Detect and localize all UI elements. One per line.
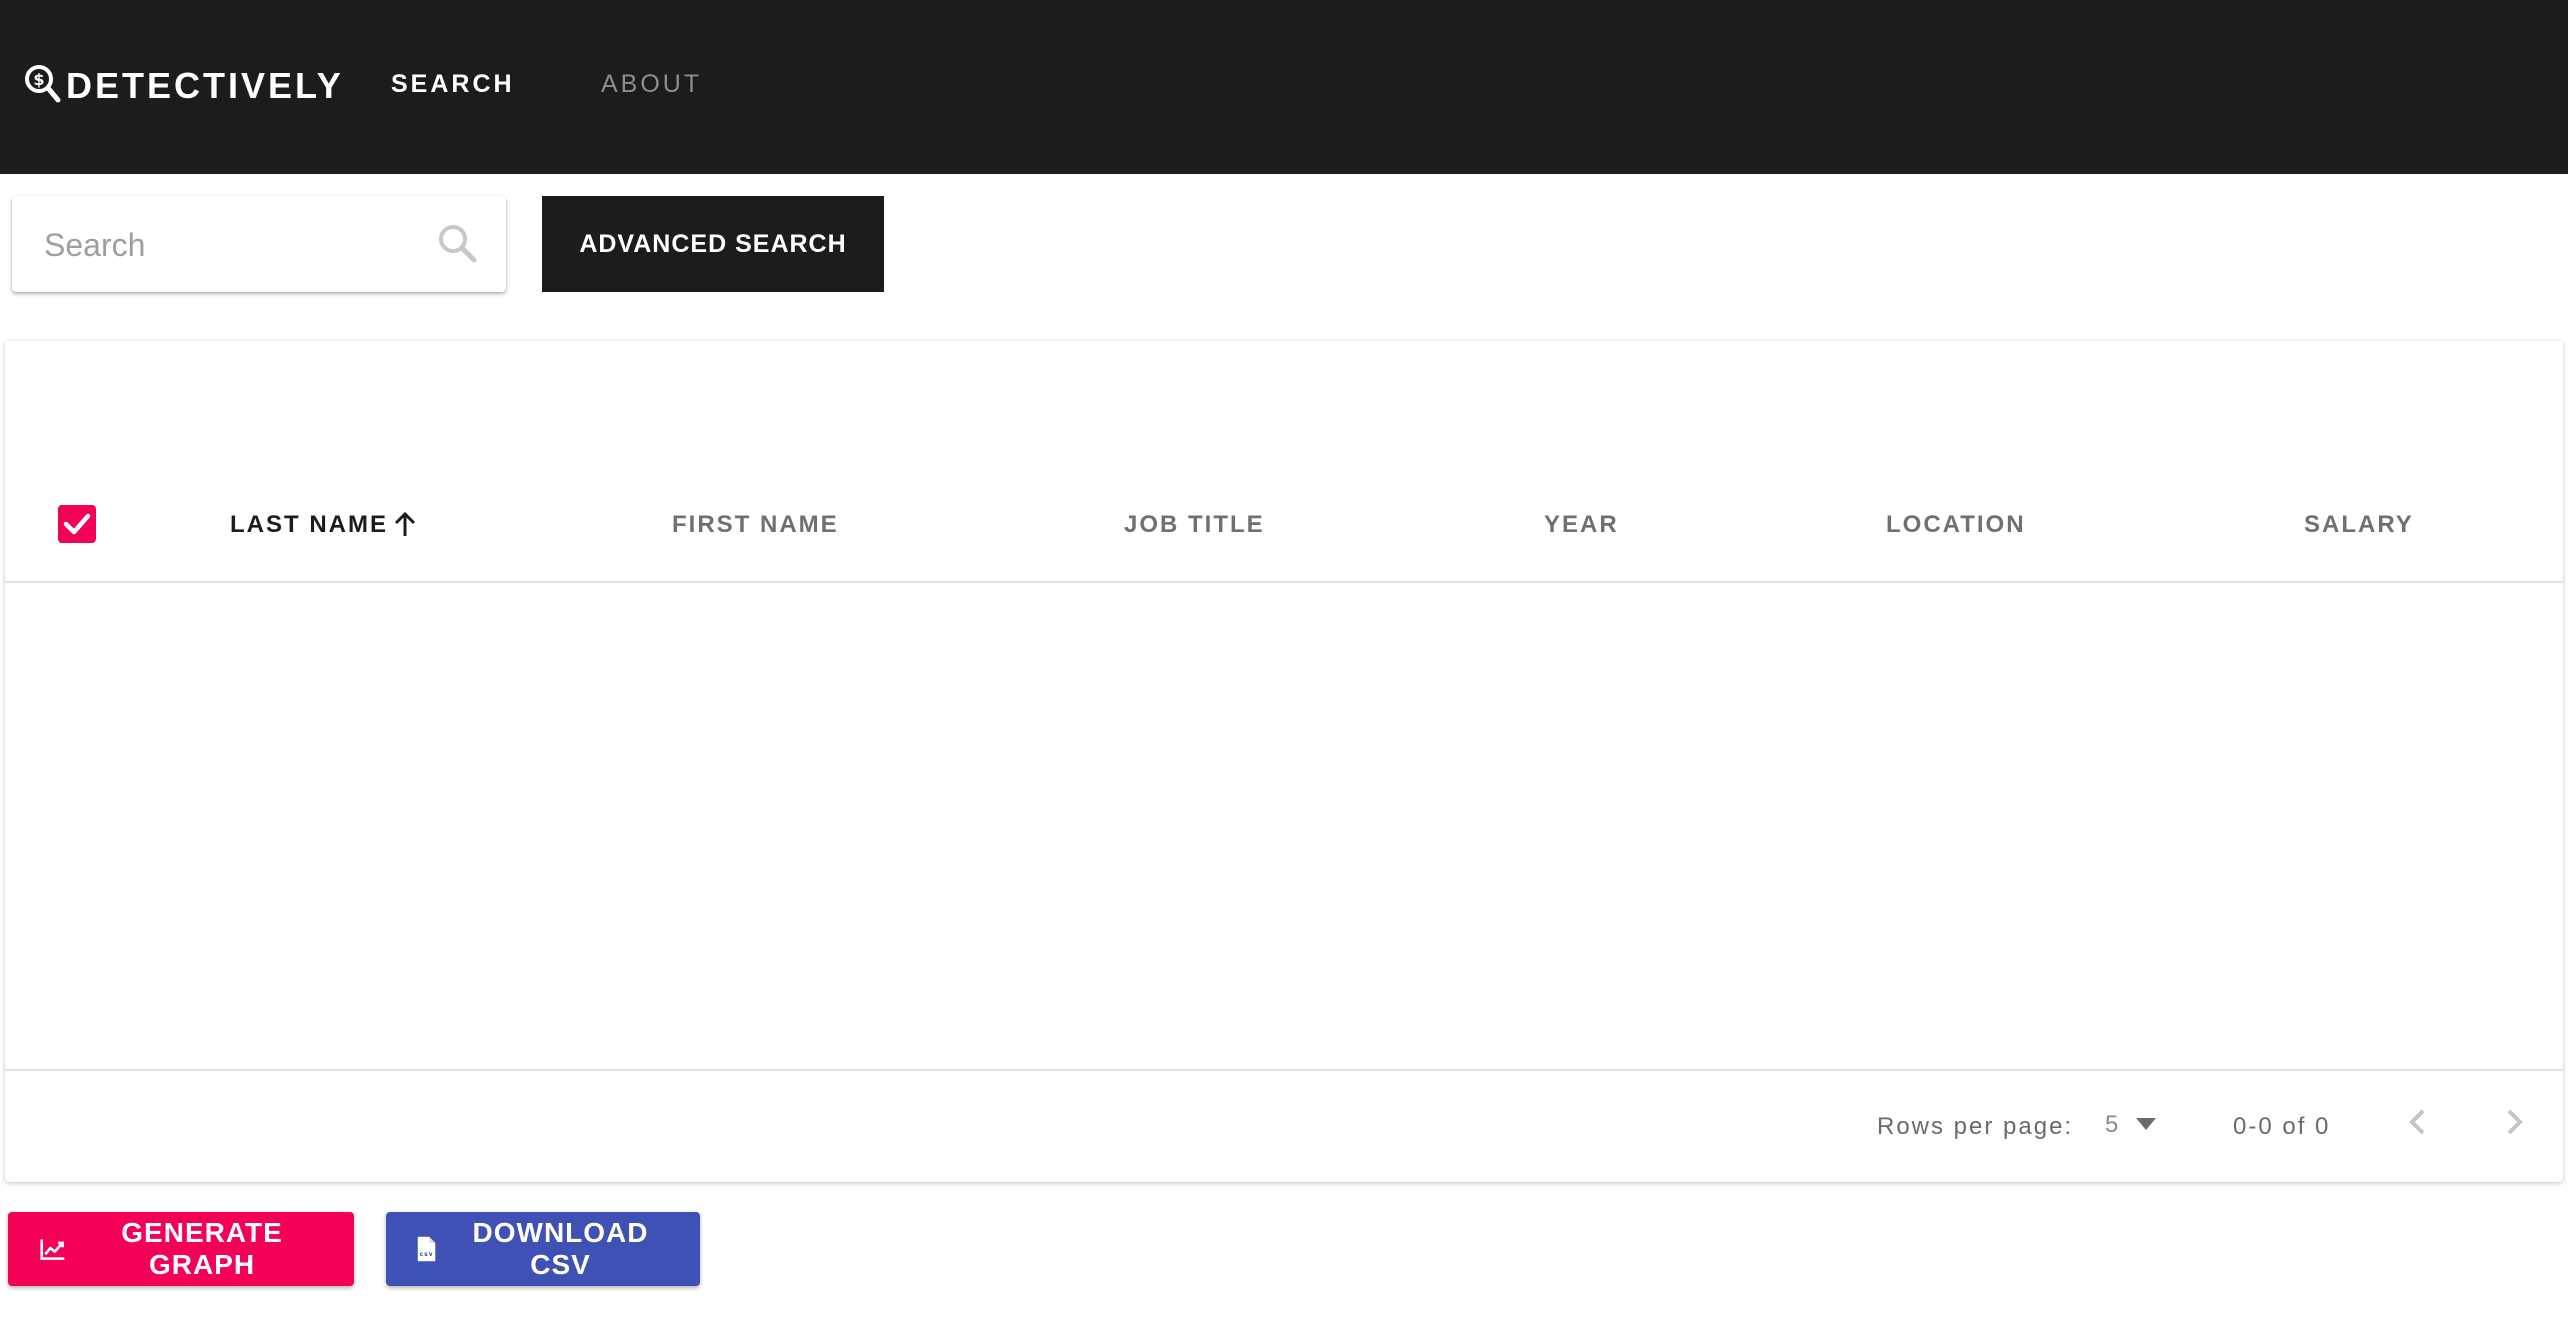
rows-per-page-select[interactable]: 5 [2105,1111,2118,1139]
col-year[interactable]: YEAR [1544,511,1619,539]
magnifier-dollar-icon: $ [25,65,61,103]
generate-graph-button[interactable]: GENERATE GRAPH [8,1212,354,1286]
chevron-left-icon[interactable] [2401,1105,2435,1139]
pagination-range: 0-0 of 0 [2233,1113,2331,1140]
caret-down-icon[interactable] [2135,1117,2157,1131]
select-all-checkbox[interactable] [58,505,96,543]
results-table: LAST NAME FIRST NAME JOB TITLE YEAR LOCA… [5,341,2563,1182]
nav-search[interactable]: SEARCH [391,70,515,99]
col-job-title[interactable]: JOB TITLE [1124,511,1265,539]
col-first-name[interactable]: FIRST NAME [672,511,839,539]
col-salary[interactable]: SALARY [2304,511,2414,539]
search-input[interactable] [42,214,426,276]
brand-name: DETECTIVELY [66,65,344,106]
table-pagination [5,1069,2563,1184]
nav-about[interactable]: ABOUT [601,70,702,99]
csv-file-icon: csv [417,1236,436,1262]
chart-line-icon [40,1239,65,1260]
check-icon [63,513,91,535]
rows-per-page-label: Rows per page: [1877,1113,2074,1140]
arrow-up-icon[interactable] [389,509,421,541]
chevron-right-icon[interactable] [2497,1105,2531,1139]
download-csv-button[interactable]: csv DOWNLOAD CSV [386,1212,700,1286]
col-location[interactable]: LOCATION [1886,511,2026,539]
download-csv-label: DOWNLOAD CSV [472,1217,649,1280]
brand-logo[interactable]: $ DETECTIVELY [24,58,344,114]
top-app-bar: $ DETECTIVELY SEARCH ABOUT [0,0,2568,174]
col-last-name[interactable]: LAST NAME [230,511,388,539]
search-field[interactable] [12,196,506,292]
search-icon[interactable] [436,222,478,264]
svg-text:csv: csv [420,1251,434,1258]
generate-graph-label: GENERATE GRAPH [121,1217,283,1280]
advanced-search-button[interactable]: ADVANCED SEARCH [542,196,884,292]
svg-text:$: $ [33,70,44,89]
